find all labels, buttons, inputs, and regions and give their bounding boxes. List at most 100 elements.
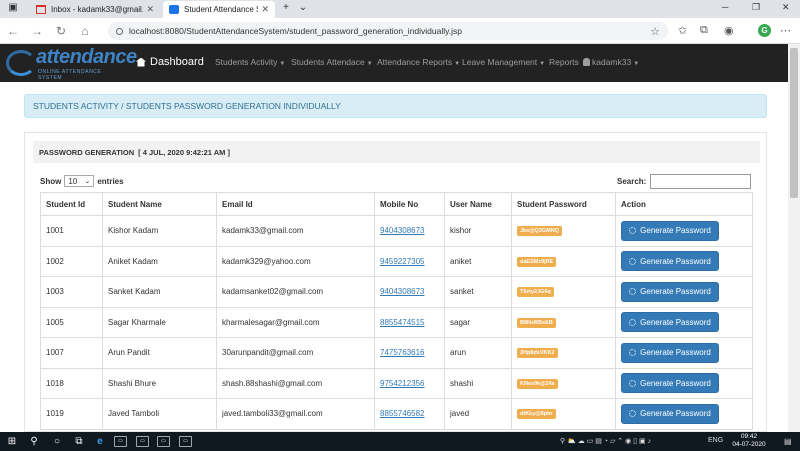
entries-select[interactable]: 10 ⌄ xyxy=(64,175,95,187)
page-icon xyxy=(169,5,179,14)
user-icon xyxy=(583,58,590,66)
windows-start-icon[interactable]: ⊞ xyxy=(5,435,19,448)
column-header[interactable]: Student Password xyxy=(511,192,616,216)
url-bar[interactable]: localhost:8080/StudentAttendanceSystem/s… xyxy=(108,22,668,40)
logo-subtitle: ONLINE ATTENDANCE SYSTEM xyxy=(38,69,102,81)
dashboard-label: Dashboard xyxy=(150,56,204,68)
action-cell: Generate Password xyxy=(615,245,753,277)
tab-list-chevron-icon[interactable]: ⌄ xyxy=(296,2,310,13)
task-view-icon[interactable]: ⧉ xyxy=(72,435,86,448)
refresh-spinner-icon xyxy=(629,379,637,387)
email-cell: javed.tamboli33@gmail.com xyxy=(216,398,375,430)
terminal-app-icon[interactable]: ▭ xyxy=(114,436,127,447)
generate-password-button[interactable]: Generate Password xyxy=(621,281,719,302)
column-header[interactable]: User Name xyxy=(444,192,512,216)
mobile-link[interactable]: 8855746582 xyxy=(374,398,445,430)
generate-password-button[interactable]: Generate Password xyxy=(621,403,719,424)
menu-students-attendance[interactable]: Students Attendace ▼ xyxy=(291,57,373,67)
password-cell: T6zty2JG6q xyxy=(511,276,616,308)
user-menu[interactable]: kadamk33 ▼ xyxy=(583,57,639,67)
mobile-link[interactable]: 7475763616 xyxy=(374,337,445,369)
terminal-app-icon[interactable]: ▭ xyxy=(157,436,170,447)
column-header[interactable]: Action xyxy=(615,192,753,216)
scrollbar-thumb[interactable] xyxy=(790,48,798,198)
app-window-icon[interactable]: ▭ xyxy=(136,436,149,447)
notification-icon[interactable]: ▤ xyxy=(784,437,792,446)
page-length-control: Show 10 ⌄ entries xyxy=(40,175,124,187)
column-header[interactable]: Email Id xyxy=(216,192,375,216)
tab-actions-icon[interactable]: ▣ xyxy=(6,2,20,13)
generate-password-button[interactable]: Generate Password xyxy=(621,312,719,333)
student-id-cell: 1003 xyxy=(40,276,103,308)
maximize-icon[interactable]: ❐ xyxy=(752,2,760,13)
mobile-link[interactable]: 8855474515 xyxy=(374,306,445,338)
student-name-cell: Arun Pandit xyxy=(102,337,217,369)
system-clock[interactable]: 09:42 04-07-2020 xyxy=(730,433,768,449)
close-tab-icon[interactable]: ✕ xyxy=(261,4,269,15)
favorite-star-icon[interactable]: ☆ xyxy=(650,25,660,38)
menu-leave-management[interactable]: Leave Management ▼ xyxy=(462,57,545,67)
mobile-link[interactable]: 9404308673 xyxy=(374,276,445,308)
student-id-cell: 1007 xyxy=(40,337,103,369)
action-cell: Generate Password xyxy=(615,276,753,308)
column-header[interactable]: Student Id xyxy=(40,192,103,216)
tab-student-attendance[interactable]: Student Attendance Sys ✕ xyxy=(163,1,275,18)
forward-icon[interactable]: → xyxy=(30,24,44,38)
menu-label: Leave Management xyxy=(462,57,538,67)
password-cell: 3Hp8dsVKK2 xyxy=(511,337,616,369)
mobile-link[interactable]: 9754212356 xyxy=(374,367,445,399)
favorites-icon[interactable]: ✩ xyxy=(678,24,687,37)
menu-students-activity[interactable]: Students Activity ▼ xyxy=(215,57,285,67)
home-icon[interactable]: ⌂ xyxy=(78,24,92,38)
browser-tab-bar: ▣ Inbox - kadamk33@gmail.c ✕ Student Att… xyxy=(0,0,800,18)
button-label: Generate Password xyxy=(640,287,711,297)
button-label: Generate Password xyxy=(640,378,711,388)
menu-attendance-reports[interactable]: Attendance Reports ▼ xyxy=(377,57,460,67)
students-table: Student Id Student Name Email Id Mobile … xyxy=(40,192,753,430)
password-badge: KNev9k@24s xyxy=(517,378,558,389)
button-label: Generate Password xyxy=(640,226,711,236)
language-indicator[interactable]: ENG xyxy=(708,437,723,444)
new-tab-button[interactable]: + xyxy=(279,2,293,13)
username-cell: sagar xyxy=(444,306,512,338)
collections-icon[interactable]: ⧉ xyxy=(700,24,708,37)
username-cell: sanket xyxy=(444,276,512,308)
profile-icon[interactable]: ◉ xyxy=(724,24,734,37)
more-menu-icon[interactable]: ⋯ xyxy=(780,24,791,37)
logo-text: attendance xyxy=(36,46,137,68)
generate-password-button[interactable]: Generate Password xyxy=(621,342,719,363)
close-window-icon[interactable]: ✕ xyxy=(782,2,790,13)
generate-password-button[interactable]: Generate Password xyxy=(621,373,719,394)
refresh-icon[interactable]: ↻ xyxy=(54,24,68,38)
column-header[interactable]: Student Name xyxy=(102,192,217,216)
table-row: 1007 Arun Pandit 30arunpandit@gmail.com 747… xyxy=(40,337,753,369)
refresh-spinner-icon xyxy=(629,227,637,235)
mobile-link[interactable]: 9404308673 xyxy=(374,215,445,247)
info-icon[interactable] xyxy=(116,27,123,35)
edge-browser-icon[interactable]: e xyxy=(93,435,107,448)
back-icon[interactable]: ← xyxy=(6,24,20,38)
column-header[interactable]: Mobile No xyxy=(374,192,445,216)
student-id-cell: 1002 xyxy=(40,245,103,277)
search-input[interactable] xyxy=(650,174,752,189)
cortana-icon[interactable]: ○ xyxy=(50,435,64,448)
search-icon[interactable]: ⚲ xyxy=(27,435,41,448)
tray-icons[interactable]: ⚲ ⛅ ☁ ▭ ▤ ◔ ▱ ⌃ ◉ ▯ ▣ ♪ xyxy=(560,437,651,445)
student-id-cell: 1018 xyxy=(40,367,103,399)
password-badge: 3Hp8dsVKK2 xyxy=(517,348,558,359)
tab-gmail[interactable]: Inbox - kadamk33@gmail.c ✕ xyxy=(30,1,160,18)
menu-reports[interactable]: Reports xyxy=(549,57,579,67)
home-icon xyxy=(136,57,146,67)
close-tab-icon[interactable]: ✕ xyxy=(146,4,154,15)
generate-password-button[interactable]: Generate Password xyxy=(621,251,719,272)
minimize-icon[interactable]: ─ xyxy=(722,2,728,12)
mobile-link[interactable]: 9459227305 xyxy=(374,245,445,277)
action-cell: Generate Password xyxy=(615,337,753,369)
app-window-icon[interactable]: ▭ xyxy=(179,436,192,447)
attendance-logo[interactable]: attendance ONLINE ATTENDANCE SYSTEM xyxy=(6,46,137,81)
page-scrollbar[interactable] xyxy=(788,44,800,432)
grammarly-extension-icon[interactable]: G xyxy=(758,24,771,37)
email-cell: kadamsanket02@gmail.com xyxy=(216,276,375,308)
generate-password-button[interactable]: Generate Password xyxy=(621,220,719,241)
dashboard-link[interactable]: Dashboard xyxy=(136,56,204,68)
